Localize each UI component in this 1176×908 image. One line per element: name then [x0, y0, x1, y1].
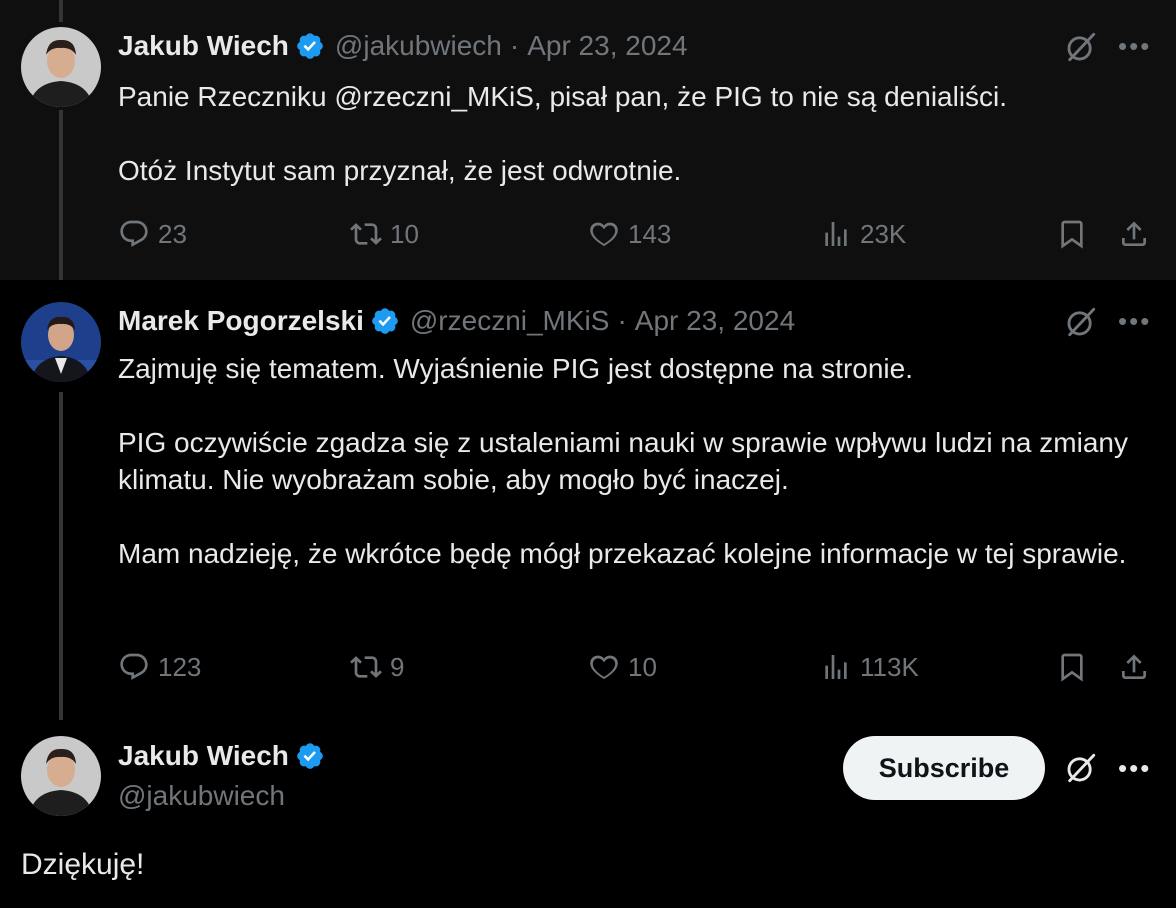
views-button[interactable]: 23K: [820, 218, 906, 250]
tweet-actions: 123 9 10 113K: [118, 651, 1158, 691]
grok-icon[interactable]: [1064, 751, 1098, 785]
tweet-text: Dziękuję!: [21, 848, 145, 881]
like-count: 143: [628, 218, 672, 249]
like-button[interactable]: 143: [588, 218, 671, 250]
tweet-header: Marek Pogorzelski @rzeczni_MKiS · Apr 23…: [118, 305, 795, 337]
share-icon: [1122, 221, 1146, 246]
retweet-count: 9: [390, 651, 405, 682]
author-handle[interactable]: @jakubwiech: [335, 30, 502, 62]
tweet-jakub-wiech[interactable]: Jakub Wiech @jakubwiech · Apr 23, 2024 •…: [0, 0, 1176, 280]
author-name[interactable]: Marek Pogorzelski: [118, 305, 364, 337]
tweet-date[interactable]: Apr 23, 2024: [527, 30, 687, 62]
author-handle[interactable]: @rzeczni_MKiS: [410, 305, 610, 337]
views-button[interactable]: 113K: [820, 651, 919, 683]
retweet-button[interactable]: 10: [350, 218, 419, 250]
retweet-icon: [350, 656, 382, 678]
author-name[interactable]: Jakub Wiech: [118, 30, 289, 62]
tweet-jakub-wiech-reply[interactable]: Jakub Wiech @jakubwiech Subscribe ••• Dz…: [0, 720, 1176, 908]
tweet-text: Zajmuję się tematem. Wyjaśnienie PIG jes…: [118, 353, 1128, 569]
share-button[interactable]: [1118, 651, 1150, 683]
bookmark-icon: [1061, 220, 1083, 249]
share-icon: [1122, 654, 1146, 679]
thread-line: [59, 0, 63, 22]
retweet-icon: [350, 223, 382, 245]
tweet-date[interactable]: Apr 23, 2024: [635, 305, 795, 337]
verified-badge-icon[interactable]: [295, 31, 325, 61]
subscribe-button[interactable]: Subscribe: [843, 736, 1045, 800]
bookmark-button[interactable]: [1056, 651, 1088, 683]
tweet-marek-pogorzelski[interactable]: Marek Pogorzelski @rzeczni_MKiS · Apr 23…: [0, 280, 1176, 720]
bookmark-button[interactable]: [1056, 218, 1088, 250]
reply-icon: [120, 653, 148, 680]
like-icon: [590, 222, 618, 247]
grok-icon[interactable]: [1064, 305, 1098, 339]
like-button[interactable]: 10: [588, 651, 657, 683]
separator-dot: ·: [617, 305, 627, 336]
like-count: 10: [628, 651, 657, 682]
thread-line: [59, 392, 63, 728]
reply-count: 23: [158, 218, 187, 249]
more-icon[interactable]: •••: [1118, 33, 1151, 59]
tweet-header: Jakub Wiech: [118, 740, 335, 772]
views-count: 113K: [860, 651, 919, 682]
reply-button[interactable]: 23: [118, 218, 187, 250]
reply-icon: [120, 220, 148, 247]
bookmark-icon: [1061, 653, 1083, 682]
author-name[interactable]: Jakub Wiech: [118, 740, 289, 772]
views-icon: [825, 655, 847, 679]
reply-button[interactable]: 123: [118, 651, 201, 683]
tweet-actions: 23 10 143 23K: [118, 218, 1158, 258]
share-button[interactable]: [1118, 218, 1150, 250]
like-icon: [590, 655, 618, 680]
retweet-count: 10: [390, 218, 419, 249]
verified-badge-icon[interactable]: [370, 306, 400, 336]
separator-dot: ·: [509, 30, 520, 61]
reply-count: 123: [158, 651, 202, 682]
grok-icon[interactable]: [1064, 30, 1098, 64]
avatar-marek-pogorzelski[interactable]: [21, 302, 101, 382]
tweet-header: Jakub Wiech @jakubwiech · Apr 23, 2024: [118, 30, 688, 62]
tweet-text: Panie Rzeczniku @rzeczni_MKiS, pisał pan…: [118, 81, 1008, 186]
views-count: 23K: [860, 218, 907, 249]
author-handle[interactable]: @jakubwiech: [118, 780, 285, 812]
thread-line: [59, 110, 63, 280]
avatar-jakub-wiech[interactable]: [21, 736, 101, 816]
avatar-jakub-wiech[interactable]: [21, 27, 101, 107]
views-icon: [825, 222, 847, 246]
retweet-button[interactable]: 9: [350, 651, 404, 683]
verified-badge-icon[interactable]: [295, 741, 325, 771]
more-icon[interactable]: •••: [1118, 755, 1151, 781]
more-icon[interactable]: •••: [1118, 308, 1151, 334]
